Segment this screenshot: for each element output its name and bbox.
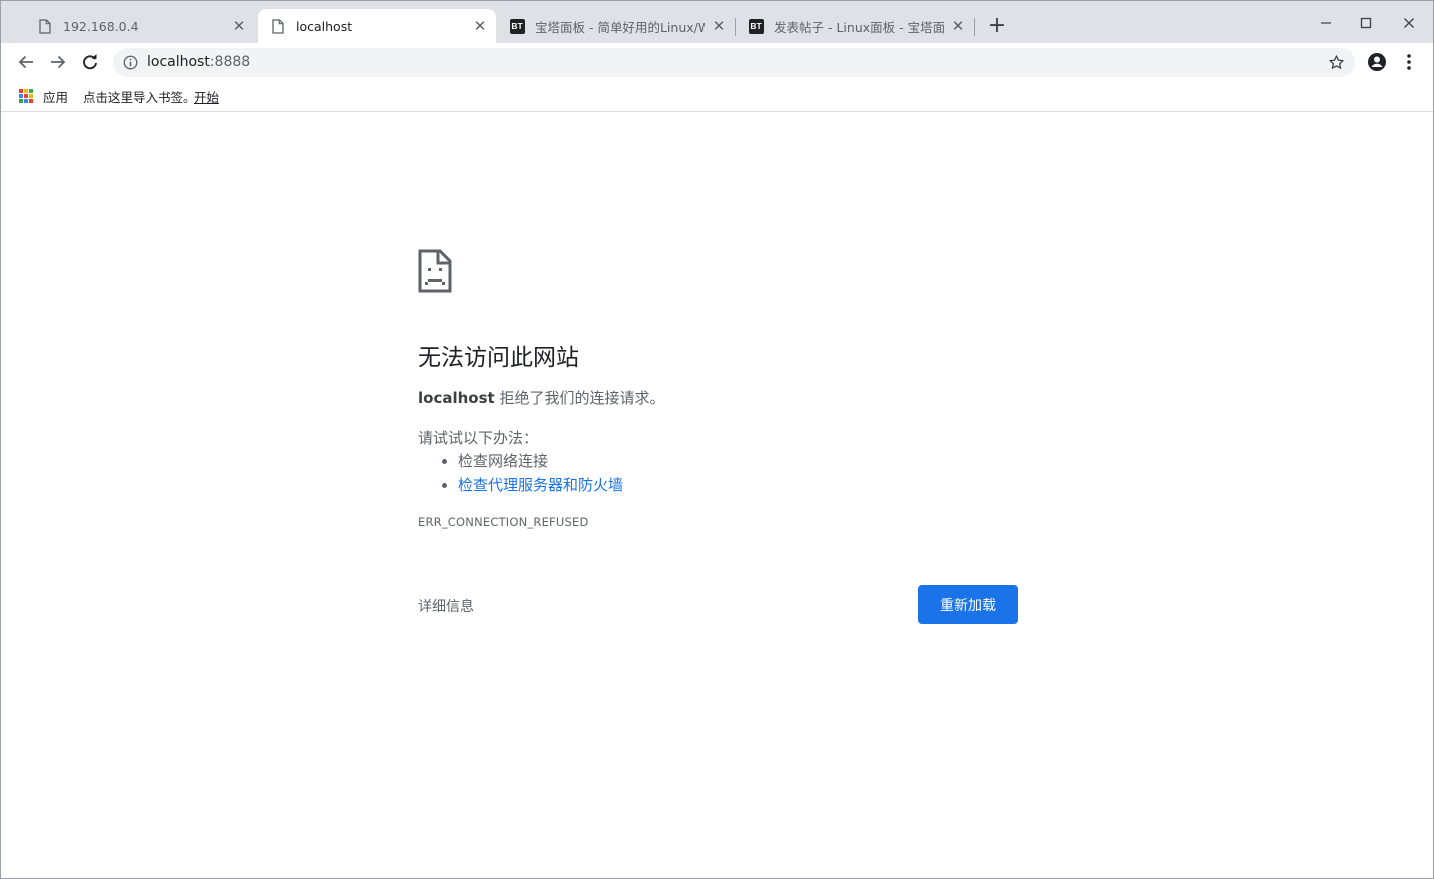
import-bookmarks-link[interactable]: 开始 bbox=[194, 87, 219, 106]
tab-close-icon[interactable]: ✕ bbox=[950, 18, 966, 34]
tab-192-168-0-4[interactable]: 192.168.0.4 ✕ bbox=[9, 9, 255, 43]
tab-title: 发表帖子 - Linux面板 - 宝塔面板 bbox=[774, 19, 944, 35]
tab-close-icon[interactable]: ✕ bbox=[231, 18, 247, 34]
apps-grid-dot bbox=[19, 89, 23, 93]
suggestion-check-network: 检查网络连接 bbox=[458, 449, 623, 473]
page-icon bbox=[270, 18, 286, 34]
bookmarks-bar: 应用 点击这里导入书签。 开始 bbox=[1, 81, 1433, 112]
suggestions-heading: 请试试以下办法： bbox=[418, 429, 539, 447]
back-arrow-icon bbox=[18, 55, 33, 69]
url-text[interactable]: localhost:8888 bbox=[147, 54, 250, 70]
minimize-button[interactable] bbox=[1311, 11, 1341, 35]
tab-post-thread[interactable]: BT 发表帖子 - Linux面板 - 宝塔面板 ✕ bbox=[736, 9, 975, 43]
reload-button[interactable]: 重新加载 bbox=[918, 585, 1018, 624]
error-host: localhost bbox=[418, 389, 495, 407]
apps-grid-dot bbox=[19, 99, 23, 103]
bt-icon: BT bbox=[509, 18, 525, 34]
url-port: :8888 bbox=[209, 54, 251, 70]
close-icon bbox=[1404, 18, 1414, 28]
forward-arrow-icon bbox=[51, 55, 66, 69]
tab-strip: 192.168.0.4 ✕ localhost ✕ BT 宝塔面板 - 简单好用… bbox=[1, 1, 1433, 43]
new-tab-button[interactable]: + bbox=[985, 15, 1009, 39]
tab-title: 宝塔面板 - 简单好用的Linux/Win bbox=[535, 19, 705, 35]
apps-grid-dot bbox=[19, 94, 23, 98]
bookmark-star-icon[interactable] bbox=[1328, 54, 1345, 71]
sad-page-icon bbox=[418, 249, 452, 293]
error-summary-text: 拒绝了我们的连接请求。 bbox=[494, 389, 665, 407]
suggestions-list: 检查网络连接 检查代理服务器和防火墙 bbox=[458, 449, 623, 497]
apps-grid-dot bbox=[29, 89, 33, 93]
profile-icon[interactable] bbox=[1367, 52, 1387, 72]
import-bookmarks-hint: 点击这里导入书签。 bbox=[83, 90, 196, 105]
maximize-button[interactable] bbox=[1351, 11, 1381, 35]
tab-baota-panel[interactable]: BT 宝塔面板 - 简单好用的Linux/Win ✕ bbox=[497, 9, 736, 43]
tab-title: localhost bbox=[296, 18, 353, 34]
browser-window: 192.168.0.4 ✕ localhost ✕ BT 宝塔面板 - 简单好用… bbox=[0, 0, 1434, 879]
tab-close-icon[interactable]: ✕ bbox=[711, 18, 727, 34]
maximize-icon bbox=[1360, 17, 1372, 29]
tab-localhost[interactable]: localhost ✕ bbox=[258, 9, 496, 43]
back-button[interactable] bbox=[13, 49, 39, 75]
minimize-icon bbox=[1321, 22, 1331, 24]
browser-toolbar: localhost:8888 bbox=[1, 43, 1433, 81]
error-title: 无法访问此网站 bbox=[418, 345, 579, 371]
apps-grid-dot bbox=[29, 99, 33, 103]
tab-title: 192.168.0.4 bbox=[63, 18, 139, 34]
error-summary: localhost 拒绝了我们的连接请求。 bbox=[418, 387, 664, 408]
apps-grid-dot bbox=[24, 94, 28, 98]
address-bar[interactable]: localhost:8888 bbox=[113, 48, 1355, 77]
close-window-button[interactable] bbox=[1394, 11, 1424, 35]
error-code: ERR_CONNECTION_REFUSED bbox=[418, 515, 589, 529]
forward-button[interactable] bbox=[45, 49, 71, 75]
apps-grid-dot bbox=[24, 99, 28, 103]
tab-close-icon[interactable]: ✕ bbox=[472, 18, 488, 34]
details-button[interactable]: 详细信息 bbox=[418, 596, 474, 616]
info-icon[interactable] bbox=[123, 55, 138, 70]
apps-grid-icon[interactable] bbox=[19, 89, 33, 103]
page-icon bbox=[37, 18, 53, 34]
apps-grid-dot bbox=[29, 94, 33, 98]
reload-icon bbox=[83, 54, 97, 70]
check-proxy-firewall-link[interactable]: 检查代理服务器和防火墙 bbox=[458, 476, 623, 494]
kebab-menu-icon[interactable] bbox=[1403, 52, 1415, 72]
apps-grid-dot bbox=[24, 89, 28, 93]
reload-toolbar-button[interactable] bbox=[77, 49, 103, 75]
bt-icon: BT bbox=[748, 18, 764, 34]
url-host: localhost bbox=[147, 54, 210, 70]
tab-separator bbox=[974, 18, 975, 36]
suggestion-check-proxy: 检查代理服务器和防火墙 bbox=[458, 473, 623, 497]
apps-shortcut[interactable]: 应用 bbox=[43, 87, 68, 106]
